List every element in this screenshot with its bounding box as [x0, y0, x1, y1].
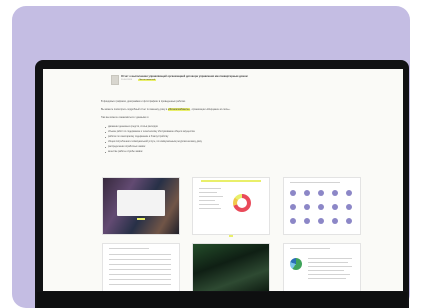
table-row-line — [109, 284, 171, 286]
legend-line — [199, 208, 221, 210]
slide-heading-line — [290, 248, 330, 250]
table-row-line — [109, 259, 171, 261]
service-icon — [318, 218, 324, 224]
legend-line — [199, 188, 221, 190]
paragraph-suffix: , организации «Мерцание ал-пиль». — [190, 108, 231, 111]
legend-line — [199, 200, 215, 202]
service-icon — [290, 204, 296, 210]
service-icon — [290, 190, 296, 196]
service-icon — [332, 218, 338, 224]
cabinet-paragraph: Вы можете посмотреть подробный отчет по … — [101, 108, 230, 111]
report-slide-table[interactable] — [102, 243, 180, 291]
table-row-line — [109, 264, 171, 266]
slide-caption-marker — [229, 235, 233, 237]
table-row-line — [109, 269, 171, 271]
document-date: 20.04.2024 — [121, 79, 132, 81]
pie-chart-icon — [290, 258, 302, 270]
report-topics-list: движении денежных средств, статьи расход… — [105, 126, 202, 156]
personal-account-link[interactable]: «Личном кабинете» — [167, 108, 190, 111]
service-icon — [304, 190, 310, 196]
table-heading-line — [109, 248, 149, 250]
document-icon — [111, 75, 119, 85]
legend-line — [199, 192, 217, 194]
legend-line — [199, 196, 223, 198]
service-icon — [346, 190, 352, 196]
slide-heading-line — [290, 182, 340, 184]
service-icon — [318, 204, 324, 210]
service-icon — [332, 190, 338, 196]
service-icon — [304, 218, 310, 224]
legend-line — [308, 258, 352, 260]
service-icon — [332, 204, 338, 210]
document-tag[interactable]: Лента новостей — [138, 78, 156, 81]
legend-line — [199, 204, 219, 206]
service-icon — [304, 204, 310, 210]
report-slide-icons[interactable] — [283, 177, 361, 235]
courtyard-photo — [193, 244, 269, 291]
table-row-line — [109, 279, 171, 281]
laptop-screen: Отчет о выполнении управляющей организац… — [43, 69, 403, 291]
service-icon — [290, 218, 296, 224]
table-row-line — [109, 274, 171, 276]
table-row-line — [109, 254, 171, 256]
report-slide-pie[interactable] — [283, 243, 361, 291]
chart-title-bar — [201, 180, 261, 182]
donut-chart-icon — [233, 194, 251, 212]
cover-button — [137, 218, 145, 220]
service-icon — [318, 190, 324, 196]
intro-paragraph: В фондовых графиках, диаграммах и фотогр… — [101, 100, 186, 103]
legend-line — [308, 266, 352, 268]
report-slide-cover[interactable] — [102, 177, 180, 235]
service-icon — [346, 218, 352, 224]
report-slide-chart[interactable] — [192, 177, 270, 235]
service-icon — [346, 204, 352, 210]
list-lead: Там вы можете ознакомиться с данными о: — [101, 116, 150, 119]
legend-line — [308, 278, 346, 280]
legend-line — [308, 262, 348, 264]
laptop-bezel-bottom — [37, 292, 407, 308]
cover-text-box — [117, 190, 165, 216]
paragraph-prefix: Вы можете посмотреть подробный отчет по … — [101, 108, 168, 111]
legend-line — [308, 270, 344, 272]
list-item: качестве работы службы заявок — [105, 151, 202, 156]
report-slide-photo[interactable] — [192, 243, 270, 291]
legend-line — [308, 274, 350, 276]
